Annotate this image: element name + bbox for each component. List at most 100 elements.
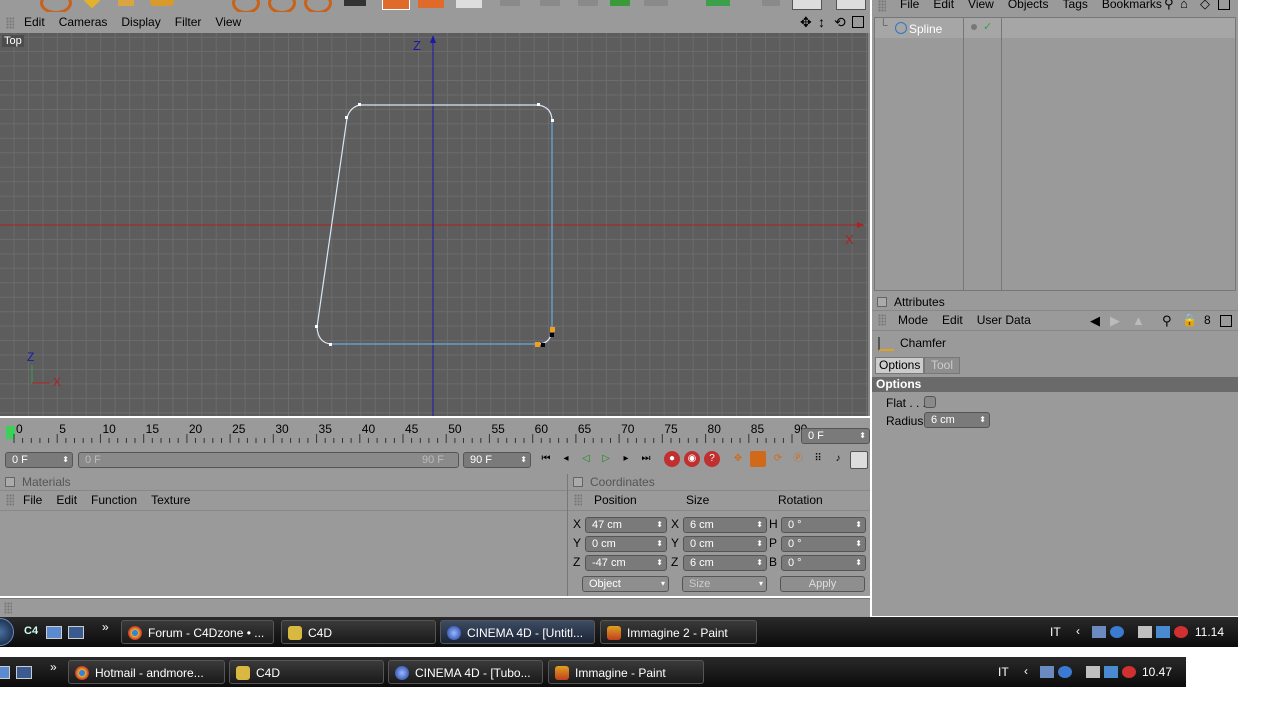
objects-menu-view[interactable]: View [968,0,994,11]
new-window-icon[interactable] [1220,315,1232,327]
task-chrome[interactable]: Forum - C4Dzone • ... [121,620,274,644]
timeline-window-icon[interactable] [850,451,868,469]
grip-icon[interactable] [878,314,886,326]
menu-display[interactable]: Display [121,15,160,29]
rotation-field-h[interactable]: 0 ° ⬍ [781,517,866,533]
layout-icon[interactable] [792,0,822,10]
new-window-icon[interactable] [1218,0,1230,10]
quick-launch-c4[interactable]: C4 [24,625,38,637]
lock-icon[interactable]: 🔒 [1182,311,1197,330]
switch-windows-icon[interactable] [16,666,32,679]
stepper-icon[interactable]: ⬍ [756,518,763,532]
rotation-key-icon[interactable]: ⟳ [770,451,786,467]
panel-checkbox[interactable] [877,297,887,307]
camera-icon[interactable] [344,0,366,6]
size-mode-select[interactable]: Size ▾ [682,576,767,592]
stepper-icon[interactable]: ⬍ [855,537,862,551]
enabled-check-icon[interactable]: ✓ [983,20,992,33]
viewport-top[interactable]: Top Z X Z X [0,33,870,416]
position-key-icon[interactable]: ✥ [730,451,746,467]
panel-checkbox[interactable] [573,477,583,487]
tab-tool[interactable]: Tool [924,357,961,374]
task-folder-c4d[interactable]: C4D [229,660,384,684]
stepper-icon[interactable]: ⬍ [656,537,663,551]
size-field-z[interactable]: 6 cm ⬍ [683,555,767,571]
chevron-right-icon[interactable]: » [102,620,109,634]
display-icon[interactable] [1104,666,1118,678]
search-icon[interactable]: ⚲ [1164,0,1174,12]
window-icon[interactable] [836,0,866,10]
stepper-icon[interactable]: ⬍ [855,556,862,570]
clock[interactable]: 11.14 [1195,625,1224,639]
array-icon[interactable] [500,0,520,6]
next-key-icon[interactable]: ▸ [618,451,634,467]
object-name[interactable]: Spline [909,22,942,36]
scene-icon[interactable] [578,0,598,6]
menu-edit[interactable]: Edit [24,15,45,29]
show-desktop-icon[interactable] [0,666,10,679]
end-frame-field[interactable]: 90 F ⬍ [463,452,531,468]
light-object-icon[interactable] [706,0,730,6]
grip-icon[interactable] [6,17,14,29]
objects-menu-file[interactable]: File [900,0,919,11]
back-arrow-icon[interactable]: ◀ [1090,311,1100,330]
deform-icon[interactable] [540,0,560,6]
render-view-icon[interactable] [232,0,260,12]
radius-field[interactable]: 6 cm ⬍ [924,412,990,428]
rotation-field-b[interactable]: 0 ° ⬍ [781,555,866,571]
volume-icon[interactable] [1122,666,1136,678]
task-hotmail[interactable]: Hotmail - andmore... [68,660,225,684]
objects-menu-tags[interactable]: Tags [1063,0,1088,11]
task-cinema4d[interactable]: CINEMA 4D - [Tubo... [388,660,543,684]
objects-menu-edit[interactable]: Edit [933,0,954,11]
attributes-menu-edit[interactable]: Edit [942,311,963,330]
rotate-view-icon[interactable]: ⟲ [834,14,846,31]
tray-expand-icon[interactable]: ‹ [1076,624,1080,638]
chevron-right-icon[interactable]: » [50,660,57,674]
clock[interactable]: 10.47 [1142,665,1172,679]
forward-arrow-icon[interactable]: ▶ [1110,311,1120,330]
eye-icon[interactable]: ◇ [1200,0,1210,12]
position-field-z[interactable]: -47 cm ⬍ [585,555,667,571]
cursor-icon[interactable] [762,0,780,6]
browser-tray-icon[interactable] [1058,666,1072,678]
language-indicator[interactable]: IT [998,665,1009,679]
display-icon[interactable] [1156,626,1170,638]
parameter-key-icon[interactable]: Ⓟ [790,451,806,467]
stepper-icon[interactable]: ⬍ [62,453,69,467]
render-icon[interactable] [40,0,72,12]
task-paint[interactable]: Immagine 2 - Paint [600,620,757,644]
volume-icon[interactable] [1174,626,1188,638]
network-icon[interactable] [1040,666,1054,678]
move-view-icon[interactable]: ✥ [800,14,812,31]
viewport-canvas[interactable] [0,33,868,416]
attributes-menu-mode[interactable]: Mode [898,311,928,330]
browser-tray-icon[interactable] [1110,626,1124,638]
timeline-ruler[interactable]: 051015202530354045505560657075808590 [6,422,807,444]
grip-icon[interactable] [574,494,582,506]
nurbs-icon[interactable] [456,0,482,8]
cube-icon[interactable] [382,0,410,10]
tray-expand-icon[interactable]: ‹ [1024,664,1028,678]
start-orb-icon[interactable] [0,618,14,646]
power-icon[interactable] [1138,626,1152,638]
task-cinema4d[interactable]: CINEMA 4D - [Untitl... [440,620,595,644]
panel-checkbox[interactable] [5,477,15,487]
scale-key-icon[interactable] [750,451,766,467]
objects-menu-objects[interactable]: Objects [1008,0,1049,11]
stepper-icon[interactable]: ⬍ [656,518,663,532]
network-icon[interactable] [1092,626,1106,638]
size-field-x[interactable]: 6 cm ⬍ [683,517,767,533]
previous-key-icon[interactable]: ◂ [558,451,574,467]
power-icon[interactable] [1086,666,1100,678]
record-icon[interactable]: ● [664,451,680,467]
flat-checkbox[interactable] [924,396,936,408]
go-to-start-icon[interactable]: ⏮ [538,451,554,467]
show-desktop-icon[interactable] [46,626,62,639]
grip-icon[interactable] [6,494,14,506]
timeline-scheme-icon[interactable]: ♪ [830,451,846,467]
stepper-icon[interactable]: ⬍ [859,429,866,443]
light-icon[interactable] [83,0,101,9]
play-backwards-icon[interactable]: ◁ [578,451,594,467]
menu-filter[interactable]: Filter [175,15,202,29]
